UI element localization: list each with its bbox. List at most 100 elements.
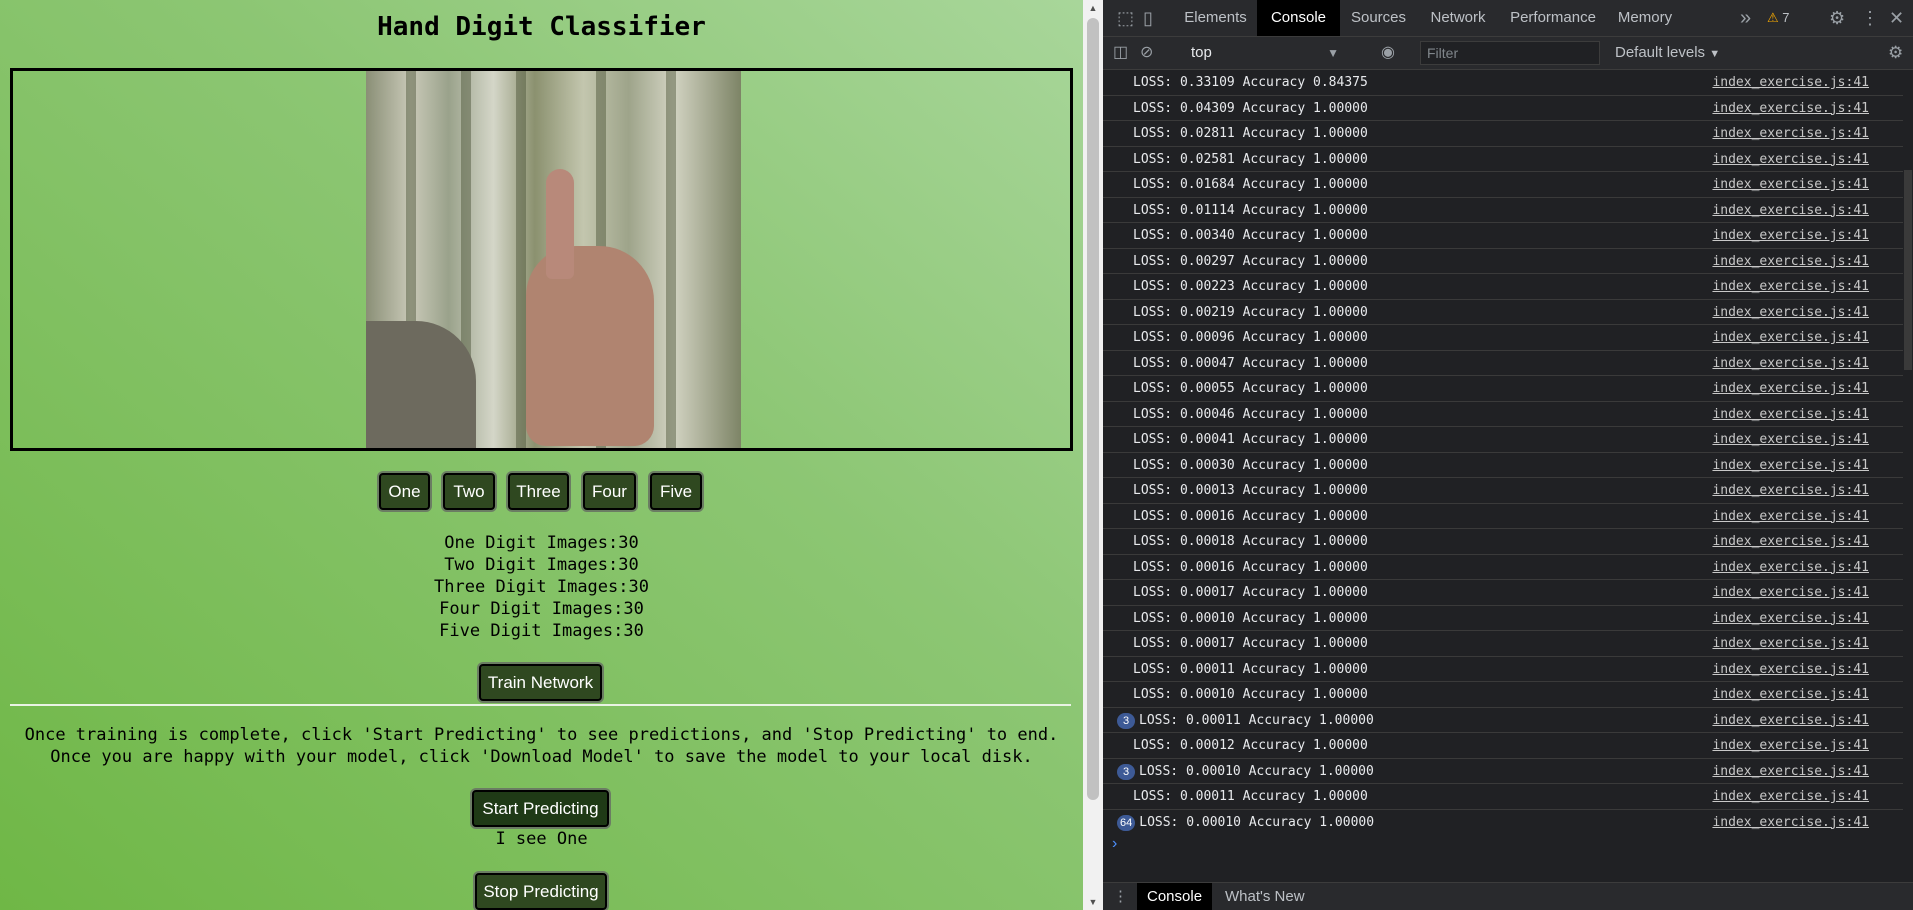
clear-console-icon[interactable]: ⊘: [1140, 37, 1153, 69]
console-scrollbar[interactable]: [1903, 70, 1913, 832]
webcam-video: [366, 71, 741, 448]
source-link[interactable]: index_exercise.js:41: [1712, 636, 1869, 651]
close-icon[interactable]: ✕: [1889, 0, 1904, 36]
console-row: LOSS: 0.33109 Accuracy 0.84375 index_exer…: [1103, 70, 1903, 96]
source-link[interactable]: index_exercise.js:41: [1712, 585, 1869, 600]
console-message: 3 LOSS: 0.00011 Accuracy 1.00000: [1117, 712, 1374, 729]
console-message: LOSS: 0.02811 Accuracy 1.00000: [1133, 126, 1368, 141]
settings-icon[interactable]: ⚙: [1829, 0, 1845, 36]
source-link[interactable]: index_exercise.js:41: [1712, 815, 1869, 830]
context-label: top: [1191, 44, 1212, 61]
one-button[interactable]: One: [379, 473, 430, 510]
more-options-icon[interactable]: ⋮: [1861, 0, 1879, 36]
console-row: LOSS: 0.00297 Accuracy 1.00000 index_exer…: [1103, 249, 1903, 274]
source-link[interactable]: index_exercise.js:41: [1712, 713, 1869, 728]
divider: [10, 704, 1071, 706]
count-two: Two Digit Images:30: [444, 555, 639, 575]
drawer-menu-icon[interactable]: ⋮: [1113, 883, 1128, 910]
console-row: LOSS: 0.00012 Accuracy 1.00000 index_exer…: [1103, 733, 1903, 759]
train-network-button[interactable]: Train Network: [479, 664, 602, 701]
scroll-thumb[interactable]: [1087, 18, 1099, 800]
source-link[interactable]: index_exercise.js:41: [1712, 407, 1869, 422]
console-message: LOSS: 0.00011 Accuracy 1.00000: [1133, 789, 1368, 804]
four-button[interactable]: Four: [583, 473, 636, 510]
source-link[interactable]: index_exercise.js:41: [1712, 305, 1869, 320]
eye-icon[interactable]: ◉: [1381, 37, 1395, 69]
console-message: LOSS: 0.00030 Accuracy 1.00000: [1133, 458, 1368, 473]
source-link[interactable]: index_exercise.js:41: [1712, 764, 1869, 779]
console-row: LOSS: 0.00219 Accuracy 1.00000 index_exer…: [1103, 300, 1903, 325]
source-link[interactable]: index_exercise.js:41: [1712, 789, 1869, 804]
stop-predicting-button[interactable]: Stop Predicting: [475, 873, 607, 910]
console-message-text: LOSS: 0.00219 Accuracy 1.00000: [1133, 304, 1368, 320]
source-link[interactable]: index_exercise.js:41: [1712, 458, 1869, 473]
console-message-text: LOSS: 0.33109 Accuracy 0.84375: [1133, 75, 1368, 90]
console-row: LOSS: 0.00016 Accuracy 1.00000 index_exer…: [1103, 555, 1903, 580]
scroll-down-icon[interactable]: ▼: [1083, 894, 1103, 910]
two-button[interactable]: Two: [443, 473, 495, 510]
console-message-text: LOSS: 0.00010 Accuracy 1.00000: [1139, 763, 1374, 779]
log-levels-dropdown[interactable]: Default levels ▼: [1615, 42, 1720, 65]
source-link[interactable]: index_exercise.js:41: [1712, 203, 1869, 218]
device-toolbar-icon[interactable]: ▯: [1143, 0, 1153, 36]
console-message-text: LOSS: 0.00017 Accuracy 1.00000: [1133, 585, 1368, 600]
console-row: LOSS: 0.00018 Accuracy 1.00000 index_exer…: [1103, 529, 1903, 555]
console-scroll-thumb[interactable]: [1904, 170, 1912, 370]
source-link[interactable]: index_exercise.js:41: [1712, 177, 1869, 192]
source-link[interactable]: index_exercise.js:41: [1712, 381, 1869, 396]
source-link[interactable]: index_exercise.js:41: [1712, 279, 1869, 294]
source-link[interactable]: index_exercise.js:41: [1712, 254, 1869, 269]
source-link[interactable]: index_exercise.js:41: [1712, 330, 1869, 345]
source-link[interactable]: index_exercise.js:41: [1712, 687, 1869, 702]
console-row: LOSS: 0.04309 Accuracy 1.00000 index_exer…: [1103, 96, 1903, 121]
source-link[interactable]: index_exercise.js:41: [1712, 662, 1869, 677]
source-link[interactable]: index_exercise.js:41: [1712, 228, 1869, 243]
tab-elements[interactable]: Elements: [1174, 0, 1257, 36]
sidebar-toggle-icon[interactable]: ◫: [1113, 37, 1128, 69]
console-message-text: LOSS: 0.00223 Accuracy 1.00000: [1133, 279, 1368, 294]
context-selector[interactable]: top ▼: [1191, 42, 1343, 64]
console-settings-icon[interactable]: ⚙: [1888, 37, 1903, 69]
source-link[interactable]: index_exercise.js:41: [1712, 356, 1869, 371]
tab-network[interactable]: Network: [1417, 0, 1499, 36]
source-link[interactable]: index_exercise.js:41: [1712, 560, 1869, 575]
three-button[interactable]: Three: [508, 473, 569, 510]
source-link[interactable]: index_exercise.js:41: [1712, 101, 1869, 116]
more-tabs-icon[interactable]: »: [1740, 0, 1751, 36]
devtools-panel: ⬚ ▯ Elements Console Sources Network Per…: [1103, 0, 1913, 910]
warning-count: 7: [1782, 10, 1790, 25]
source-link[interactable]: index_exercise.js:41: [1712, 75, 1869, 90]
console-prompt-icon[interactable]: ›: [1112, 835, 1117, 853]
filter-input[interactable]: [1420, 41, 1600, 65]
source-link[interactable]: index_exercise.js:41: [1712, 738, 1869, 753]
source-link[interactable]: index_exercise.js:41: [1712, 126, 1869, 141]
console-message-text: LOSS: 0.00011 Accuracy 1.00000: [1133, 789, 1368, 804]
tab-console[interactable]: Console: [1257, 0, 1340, 36]
tab-sources[interactable]: Sources: [1340, 0, 1417, 36]
console-message: LOSS: 0.00223 Accuracy 1.00000: [1133, 279, 1368, 294]
console-message-text: LOSS: 0.00055 Accuracy 1.00000: [1133, 381, 1368, 396]
console-row: 3 LOSS: 0.00011 Accuracy 1.00000 index_exe…: [1103, 708, 1903, 733]
inspect-element-icon[interactable]: ⬚: [1117, 0, 1134, 36]
drawer-tab-console[interactable]: Console: [1137, 883, 1213, 910]
warning-icon: ⚠: [1767, 10, 1779, 25]
console-row: LOSS: 0.00096 Accuracy 1.00000 index_exer…: [1103, 325, 1903, 351]
tab-performance[interactable]: Performance: [1499, 0, 1607, 36]
source-link[interactable]: index_exercise.js:41: [1712, 483, 1869, 498]
source-link[interactable]: index_exercise.js:41: [1712, 509, 1869, 524]
source-link[interactable]: index_exercise.js:41: [1712, 432, 1869, 447]
warning-indicator[interactable]: ⚠ 7: [1767, 0, 1790, 36]
console-row: 64 LOSS: 0.00010 Accuracy 1.00000 index_ex…: [1103, 810, 1903, 833]
source-link[interactable]: index_exercise.js:41: [1712, 534, 1869, 549]
console-message: LOSS: 0.00012 Accuracy 1.00000: [1133, 738, 1368, 753]
drawer-tab-whats-new[interactable]: What's New: [1215, 883, 1315, 910]
five-button[interactable]: Five: [650, 473, 702, 510]
console-log: LOSS: 0.33109 Accuracy 0.84375 index_exer…: [1103, 70, 1903, 832]
page-scrollbar[interactable]: ▲ ▼: [1083, 0, 1103, 910]
tab-memory[interactable]: Memory: [1607, 0, 1683, 36]
start-predicting-button[interactable]: Start Predicting: [472, 790, 609, 827]
console-message: LOSS: 0.04309 Accuracy 1.00000: [1133, 101, 1368, 116]
source-link[interactable]: index_exercise.js:41: [1712, 611, 1869, 626]
scroll-up-icon[interactable]: ▲: [1083, 0, 1103, 16]
source-link[interactable]: index_exercise.js:41: [1712, 152, 1869, 167]
